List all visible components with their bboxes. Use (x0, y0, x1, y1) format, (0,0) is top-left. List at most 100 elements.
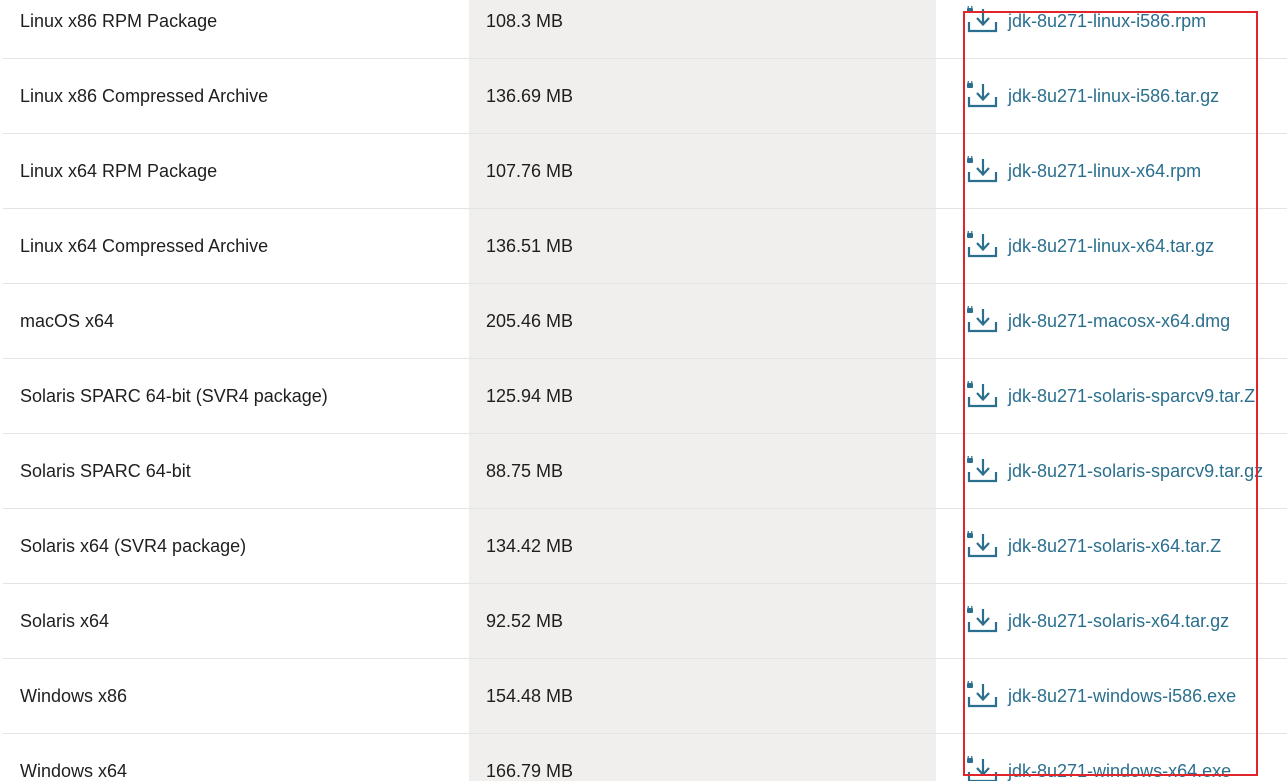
download-filename[interactable]: jdk-8u271-linux-x64.tar.gz (1008, 236, 1214, 257)
lock-download-icon (966, 79, 998, 111)
download-cell: jdk-8u271-linux-x64.tar.gz (936, 209, 1287, 283)
table-row: Solaris SPARC 64-bit 88.75 MB jdk-8u271-so… (3, 434, 1287, 509)
file-size: 92.52 MB (486, 610, 564, 631)
download-filename[interactable]: jdk-8u271-solaris-sparcv9.tar.gz (1008, 461, 1263, 482)
product-cell: Linux x86 Compressed Archive (3, 59, 469, 133)
lock-download-icon (966, 754, 998, 781)
product-label: Windows x64 (20, 760, 128, 781)
download-link[interactable]: jdk-8u271-solaris-x64.tar.Z (966, 529, 1221, 561)
product-cell: Solaris x64 (3, 584, 469, 658)
product-label: macOS x64 (20, 310, 115, 331)
lock-download-icon (966, 229, 998, 261)
file-size: 108.3 MB (486, 10, 564, 31)
download-cell: jdk-8u271-macosx-x64.dmg (936, 284, 1287, 358)
product-cell: Linux x64 RPM Package (3, 134, 469, 208)
size-cell: 166.79 MB (469, 734, 936, 781)
download-link[interactable]: jdk-8u271-linux-x64.tar.gz (966, 229, 1214, 261)
product-label: Solaris SPARC 64-bit (20, 460, 191, 481)
lock-download-icon (966, 4, 998, 36)
download-link[interactable]: jdk-8u271-solaris-x64.tar.gz (966, 604, 1229, 636)
lock-download-icon (966, 604, 998, 636)
product-cell: Linux x64 Compressed Archive (3, 209, 469, 283)
download-cell: jdk-8u271-linux-i586.rpm (936, 0, 1287, 58)
table-row: Windows x86 154.48 MB jdk-8u271-windows-i5… (3, 659, 1287, 734)
download-link[interactable]: jdk-8u271-linux-i586.tar.gz (966, 79, 1219, 111)
table-row: macOS x64 205.46 MB jdk-8u271-macosx-x64.d… (3, 284, 1287, 359)
download-link[interactable]: jdk-8u271-windows-x64.exe (966, 754, 1231, 781)
size-cell: 154.48 MB (469, 659, 936, 733)
product-label: Linux x64 RPM Package (20, 160, 218, 181)
download-cell: jdk-8u271-windows-x64.exe (936, 734, 1287, 781)
download-link[interactable]: jdk-8u271-linux-i586.rpm (966, 4, 1206, 36)
download-link[interactable]: jdk-8u271-solaris-sparcv9.tar.gz (966, 454, 1263, 486)
file-size: 88.75 MB (486, 460, 564, 481)
size-cell: 205.46 MB (469, 284, 936, 358)
product-label: Linux x64 Compressed Archive (20, 235, 269, 256)
size-cell: 92.52 MB (469, 584, 936, 658)
file-size: 166.79 MB (486, 760, 574, 781)
download-link[interactable]: jdk-8u271-windows-i586.exe (966, 679, 1236, 711)
product-label: Solaris SPARC 64-bit (SVR4 package) (20, 385, 328, 406)
table-row: Linux x64 RPM Package 107.76 MB jdk-8u271-… (3, 134, 1287, 209)
size-cell: 107.76 MB (469, 134, 936, 208)
download-cell: jdk-8u271-solaris-x64.tar.gz (936, 584, 1287, 658)
product-label: Solaris x64 (SVR4 package) (20, 535, 247, 556)
product-cell: Solaris SPARC 64-bit (3, 434, 469, 508)
download-filename[interactable]: jdk-8u271-windows-i586.exe (1008, 686, 1236, 707)
product-cell: Linux x86 RPM Package (3, 0, 469, 58)
file-size: 205.46 MB (486, 310, 574, 331)
download-filename[interactable]: jdk-8u271-linux-i586.tar.gz (1008, 86, 1219, 107)
download-filename[interactable]: jdk-8u271-macosx-x64.dmg (1008, 311, 1230, 332)
product-label: Linux x86 Compressed Archive (20, 85, 269, 106)
download-filename[interactable]: jdk-8u271-windows-x64.exe (1008, 761, 1231, 781)
product-label: Windows x86 (20, 685, 128, 706)
download-filename[interactable]: jdk-8u271-linux-x64.rpm (1008, 161, 1201, 182)
download-cell: jdk-8u271-windows-i586.exe (936, 659, 1287, 733)
download-link[interactable]: jdk-8u271-macosx-x64.dmg (966, 304, 1230, 336)
table-row: Solaris x64 92.52 MB jdk-8u271-solaris-x64… (3, 584, 1287, 659)
file-size: 107.76 MB (486, 160, 574, 181)
table-row: Solaris SPARC 64-bit (SVR4 package) 125.9… (3, 359, 1287, 434)
table-row: Linux x86 RPM Package 108.3 MB jdk-8u271-l… (3, 0, 1287, 59)
product-cell: macOS x64 (3, 284, 469, 358)
download-cell: jdk-8u271-solaris-sparcv9.tar.gz (936, 434, 1287, 508)
product-label: Solaris x64 (20, 610, 110, 631)
download-link[interactable]: jdk-8u271-linux-x64.rpm (966, 154, 1201, 186)
download-table: Linux x86 RPM Package 108.3 MB jdk-8u271-l… (3, 0, 1287, 781)
file-size: 125.94 MB (486, 385, 574, 406)
file-size: 134.42 MB (486, 535, 574, 556)
table-row: Linux x64 Compressed Archive 136.51 MB jdk… (3, 209, 1287, 284)
table-row: Windows x64 166.79 MB jdk-8u271-windows-x6… (3, 734, 1287, 781)
product-cell: Windows x86 (3, 659, 469, 733)
size-cell: 88.75 MB (469, 434, 936, 508)
size-cell: 125.94 MB (469, 359, 936, 433)
lock-download-icon (966, 529, 998, 561)
lock-download-icon (966, 379, 998, 411)
product-cell: Solaris x64 (SVR4 package) (3, 509, 469, 583)
download-cell: jdk-8u271-linux-i586.tar.gz (936, 59, 1287, 133)
download-link[interactable]: jdk-8u271-solaris-sparcv9.tar.Z (966, 379, 1255, 411)
download-filename[interactable]: jdk-8u271-solaris-sparcv9.tar.Z (1008, 386, 1255, 407)
size-cell: 136.69 MB (469, 59, 936, 133)
lock-download-icon (966, 679, 998, 711)
download-cell: jdk-8u271-solaris-x64.tar.Z (936, 509, 1287, 583)
size-cell: 134.42 MB (469, 509, 936, 583)
download-filename[interactable]: jdk-8u271-linux-i586.rpm (1008, 11, 1206, 32)
product-label: Linux x86 RPM Package (20, 10, 218, 31)
product-cell: Solaris SPARC 64-bit (SVR4 package) (3, 359, 469, 433)
file-size: 154.48 MB (486, 685, 574, 706)
product-cell: Windows x64 (3, 734, 469, 781)
lock-download-icon (966, 454, 998, 486)
lock-download-icon (966, 304, 998, 336)
file-size: 136.51 MB (486, 235, 574, 256)
download-filename[interactable]: jdk-8u271-solaris-x64.tar.gz (1008, 611, 1229, 632)
download-filename[interactable]: jdk-8u271-solaris-x64.tar.Z (1008, 536, 1221, 557)
download-cell: jdk-8u271-solaris-sparcv9.tar.Z (936, 359, 1287, 433)
download-cell: jdk-8u271-linux-x64.rpm (936, 134, 1287, 208)
lock-download-icon (966, 154, 998, 186)
size-cell: 108.3 MB (469, 0, 936, 58)
table-row: Solaris x64 (SVR4 package) 134.42 MB jdk-8… (3, 509, 1287, 584)
file-size: 136.69 MB (486, 85, 574, 106)
table-row: Linux x86 Compressed Archive 136.69 MB jdk… (3, 59, 1287, 134)
size-cell: 136.51 MB (469, 209, 936, 283)
